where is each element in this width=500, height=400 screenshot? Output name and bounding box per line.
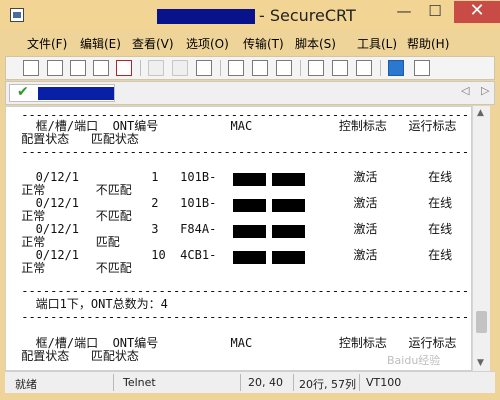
menu-transfer[interactable]: 传输(T) — [243, 35, 284, 52]
sftp-icon[interactable] — [356, 60, 372, 76]
reconnect-icon[interactable] — [93, 60, 109, 76]
paste-icon[interactable] — [172, 60, 188, 76]
status-rows-cols: 20行, 57列 — [299, 378, 356, 391]
menu-bar: 文件(F) 编辑(E) 查看(V) 选项(O) 传输(T) 脚本(S) 工具(L… — [0, 33, 500, 55]
close-button[interactable]: ✕ — [454, 1, 500, 23]
window-title: - SecureCRT — [259, 6, 356, 25]
copy-icon[interactable] — [148, 60, 164, 76]
redacted-mac — [233, 199, 266, 212]
toolbar-separator — [220, 60, 221, 76]
status-separator — [359, 374, 360, 391]
redacted-tab-label — [38, 87, 114, 100]
securecrt-app-icon — [10, 8, 24, 22]
print-icon[interactable] — [228, 60, 244, 76]
redacted-session-name — [157, 9, 255, 24]
toolbar-separator — [140, 60, 141, 76]
maximize-button[interactable]: ☐ — [420, 1, 450, 23]
terminal-line: ----------------------------------------… — [21, 145, 472, 159]
status-separator — [240, 374, 241, 391]
redacted-mac — [272, 251, 305, 264]
terminal-line: ----------------------------------------… — [21, 310, 472, 324]
keymap-icon[interactable] — [332, 60, 348, 76]
new-session-icon[interactable] — [23, 60, 39, 76]
session-tab[interactable]: ✔ — [9, 84, 115, 102]
menu-file[interactable]: 文件(F) — [27, 35, 67, 52]
tab-scroll-left-icon[interactable]: ◁ — [461, 84, 469, 97]
vertical-scrollbar[interactable]: ▲ ▼ — [472, 106, 490, 371]
status-terminal-type: VT100 — [366, 376, 402, 389]
status-separator — [293, 374, 294, 391]
menu-tools[interactable]: 工具(L) — [357, 35, 397, 52]
title-bar[interactable]: - SecureCRT — ☐ ✕ — [0, 0, 500, 30]
terminal-line: 正常 不匹配 — [14, 261, 132, 275]
baidu-watermark: Baidu经验 — [387, 354, 441, 367]
screen-icon[interactable] — [414, 60, 430, 76]
connected-check-icon: ✔ — [17, 84, 29, 100]
redacted-mac — [233, 251, 266, 264]
connect-tab-icon[interactable] — [70, 60, 86, 76]
scroll-up-icon[interactable]: ▲ — [477, 108, 484, 118]
menu-view[interactable]: 查看(V) — [132, 35, 174, 52]
redacted-mac — [233, 225, 266, 238]
minimize-button[interactable]: — — [389, 1, 419, 23]
menu-options[interactable]: 选项(O) — [186, 35, 229, 52]
status-cursor-position: 20, 40 — [248, 376, 283, 389]
print-selection-icon[interactable] — [276, 60, 292, 76]
tab-scroll-right-icon[interactable]: ▷ — [481, 84, 489, 97]
redacted-mac — [233, 173, 266, 186]
securecrt-window: - SecureCRT — ☐ ✕ 文件(F) 编辑(E) 查看(V) 选项(O… — [0, 0, 500, 400]
toolbar-separator — [300, 60, 301, 76]
status-separator — [113, 374, 114, 391]
terminal-line: 配置状态 匹配状态 — [14, 349, 139, 363]
status-protocol: Telnet — [123, 376, 156, 389]
menu-edit[interactable]: 编辑(E) — [80, 35, 121, 52]
status-ready: 就绪 — [15, 378, 37, 391]
help-icon[interactable] — [388, 60, 404, 76]
toolbar — [5, 56, 495, 80]
scrollbar-thumb[interactable] — [476, 311, 487, 333]
status-bar: 就绪 Telnet 20, 40 20行, 57列 VT100 — [5, 371, 495, 393]
session-tab-bar: ✔ ◁ ▷ — [5, 81, 495, 105]
terminal-output[interactable]: ----------------------------------------… — [5, 106, 472, 371]
find-icon[interactable] — [196, 60, 212, 76]
toolbar-separator — [380, 60, 381, 76]
redacted-mac — [272, 173, 305, 186]
print-setup-icon[interactable] — [252, 60, 268, 76]
menu-script[interactable]: 脚本(S) — [295, 35, 336, 52]
redacted-mac — [272, 199, 305, 212]
quick-connect-icon[interactable] — [47, 60, 63, 76]
redacted-mac — [272, 225, 305, 238]
menu-help[interactable]: 帮助(H) — [407, 35, 449, 52]
disconnect-icon[interactable] — [116, 60, 132, 76]
session-options-icon[interactable] — [308, 60, 324, 76]
